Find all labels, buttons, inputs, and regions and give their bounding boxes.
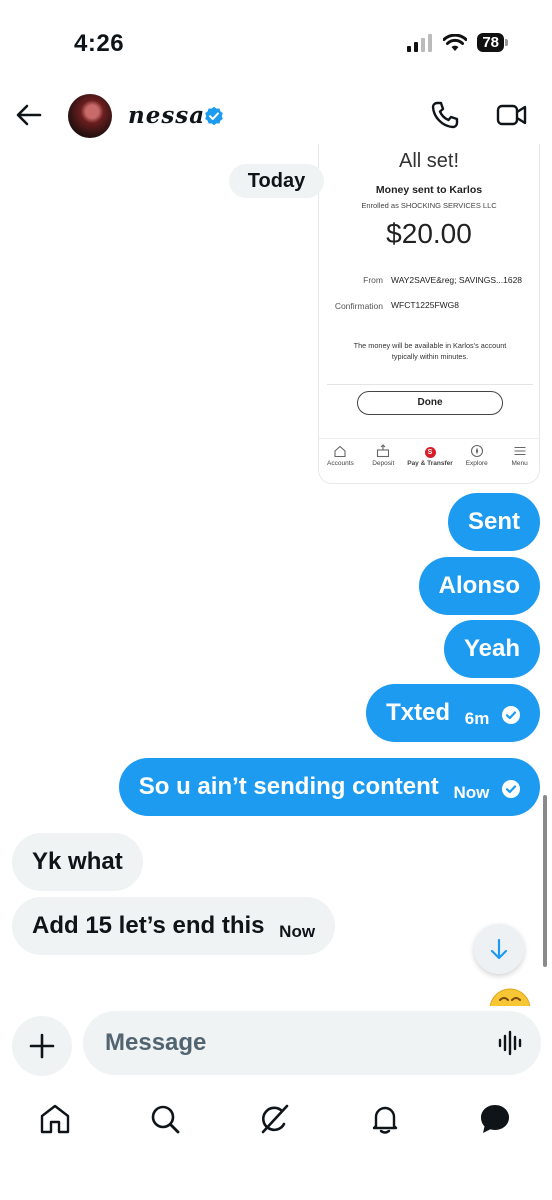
message-timestamp: 6m: [464, 709, 490, 728]
search-icon[interactable]: [148, 1102, 182, 1136]
shared-image-title: All set!: [398, 150, 460, 172]
message-text: Yeah: [463, 635, 520, 662]
message-bubble-outgoing[interactable]: Txted 6m: [366, 684, 540, 742]
read-receipt-icon: [502, 706, 520, 724]
grok-icon[interactable]: [258, 1102, 292, 1136]
add-attachment-button[interactable]: [12, 1016, 72, 1076]
conversation-header: nessa: [0, 88, 552, 144]
avatar[interactable]: [68, 94, 112, 138]
shared-image-message[interactable]: All set! Money sent to Karlos Enrolled a…: [318, 144, 540, 484]
home-icon[interactable]: [38, 1102, 72, 1136]
shared-image-amount: $20.00: [386, 218, 472, 249]
cellular-signal-icon: [407, 33, 433, 52]
message-timestamp: Now: [453, 783, 490, 802]
nav-label: Pay & Transfer: [407, 460, 453, 467]
message-composer: Message: [0, 1006, 552, 1082]
status-icons: 78: [407, 33, 508, 52]
phone-icon[interactable]: [430, 100, 460, 130]
wifi-icon: [443, 33, 468, 51]
message-input-placeholder: Message: [105, 1029, 207, 1056]
shared-image-nav: Accounts Deposit S Pay & Transfer Explor…: [319, 440, 539, 480]
menu-icon: [514, 446, 526, 456]
nav-menu: Menu: [498, 440, 539, 480]
verified-badge-icon: [205, 106, 223, 126]
nav-pay-transfer: S Pay & Transfer: [405, 440, 456, 480]
done-button: Done: [357, 391, 503, 415]
nav-accounts: Accounts: [319, 440, 362, 480]
battery-level: 78: [477, 33, 508, 52]
message-text: So u ain’t sending content: [138, 773, 439, 800]
pay-transfer-icon: S: [405, 443, 456, 459]
message-text: Sent: [467, 508, 520, 535]
date-separator: Today: [229, 164, 324, 198]
message-bubble-incoming[interactable]: Add 15 let’s end this Now: [12, 897, 336, 955]
contact-name[interactable]: nessa: [128, 102, 205, 129]
message-bubble-outgoing[interactable]: Yeah: [443, 620, 540, 678]
shared-image-enrolled: Enrolled as SHOCKING SERVICES LLC: [361, 201, 497, 210]
nav-label: Explore: [465, 460, 488, 467]
confirmation-label: Confirmation: [334, 301, 383, 311]
deposit-icon: [377, 444, 390, 458]
scroll-to-bottom-button[interactable]: [474, 924, 524, 974]
message-text: Txted: [386, 699, 451, 726]
house-icon: [334, 445, 346, 458]
emoji-reaction-icon: [489, 988, 531, 1007]
message-bubble-outgoing[interactable]: Alonso: [418, 557, 540, 615]
nav-label: Accounts: [327, 460, 354, 467]
message-text: Alonso: [438, 572, 520, 599]
messages-icon[interactable]: [478, 1102, 512, 1136]
video-camera-icon[interactable]: [496, 100, 528, 130]
message-bubble-outgoing[interactable]: Sent: [447, 493, 540, 551]
nav-explore: Explore: [455, 440, 498, 480]
read-receipt-icon: [502, 780, 520, 798]
bottom-navigation: [0, 1092, 552, 1148]
message-bubble-incoming[interactable]: Yk what: [12, 833, 143, 891]
status-time: 4:26: [74, 30, 125, 57]
compass-icon: [470, 444, 483, 458]
from-value: WAY2SAVE&reg; SAVINGS...1628: [391, 275, 523, 285]
nav-deposit: Deposit: [362, 440, 405, 480]
plus-icon: [29, 1033, 55, 1059]
scrollbar[interactable]: [543, 795, 547, 967]
divider: [327, 384, 533, 385]
arrow-down-icon: [490, 938, 508, 960]
message-text: Add 15 let’s end this: [32, 912, 265, 939]
shared-image-subtitle: Money sent to Karlos: [375, 184, 483, 196]
message-bubble-outgoing[interactable]: So u ain’t sending content Now: [118, 758, 540, 816]
message-timestamp: Now: [279, 922, 316, 941]
availability-note: The money will be available in Karlos's …: [353, 341, 507, 361]
voice-waveform-icon[interactable]: [497, 1029, 525, 1057]
confirmation-value: WFCT1225FWG8: [391, 300, 460, 310]
from-label: From: [363, 275, 383, 285]
notifications-bell-icon[interactable]: [368, 1102, 402, 1136]
message-text: Yk what: [32, 848, 123, 875]
back-arrow-icon[interactable]: [14, 100, 44, 130]
message-input[interactable]: Message: [83, 1011, 541, 1075]
nav-badge: S: [424, 447, 436, 458]
nav-label: Menu: [511, 460, 528, 467]
divider: [319, 438, 539, 439]
nav-label: Deposit: [372, 460, 395, 467]
